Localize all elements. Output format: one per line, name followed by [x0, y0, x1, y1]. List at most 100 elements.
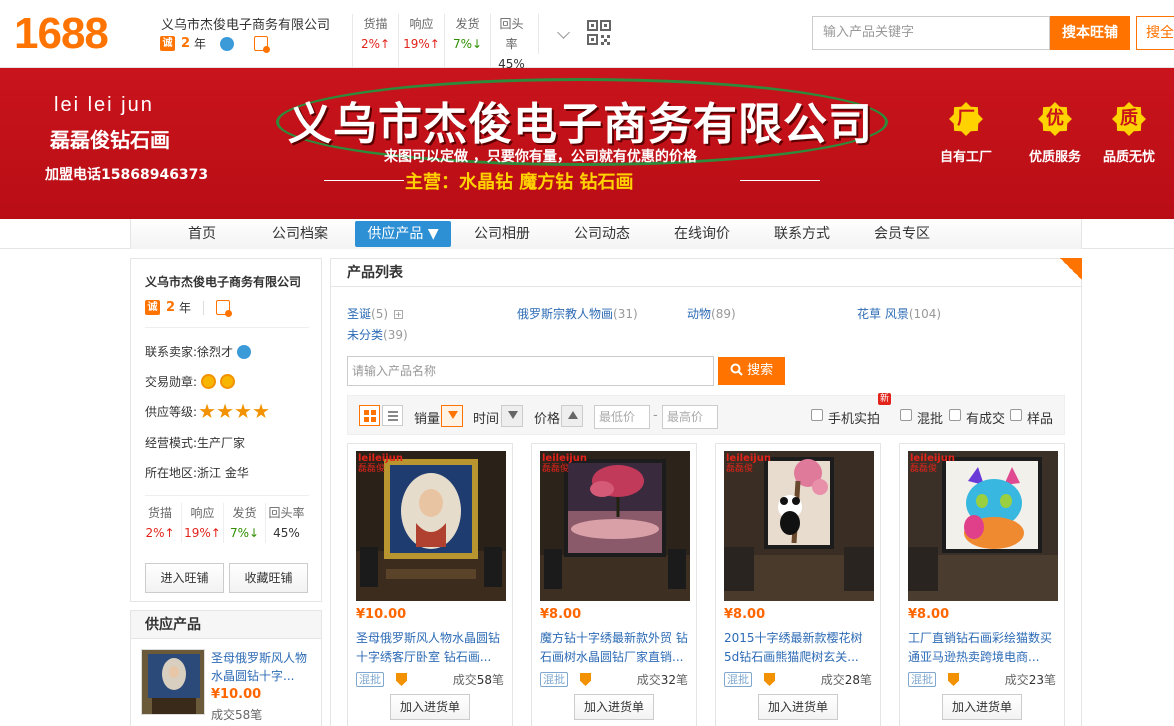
stat-label: 响应: [190, 506, 215, 520]
nav-online-inquiry[interactable]: 在线询价: [667, 221, 737, 247]
product-card[interactable]: leileijun 磊磊俊 ¥8.00 工厂直销钻石画彩绘猫数买通亚马逊热卖跨境…: [899, 443, 1065, 726]
stat-return-rate: 回头率 45%: [265, 503, 307, 543]
filter-mixed-batch-label[interactable]: 混批: [917, 408, 943, 427]
product-card[interactable]: leileijun 磊磊俊 ¥10.00 圣母俄罗斯风人物水晶圆钻十字绣客厅卧室…: [347, 443, 513, 726]
filter-sample-checkbox[interactable]: [1010, 409, 1022, 421]
search-shop-button[interactable]: 搜本旺铺: [1050, 16, 1130, 50]
filter-mixed-batch-checkbox[interactable]: [900, 409, 912, 421]
medal-icon[interactable]: [220, 374, 236, 389]
product-card[interactable]: leileijun 磊磊俊 ¥8.00 魔方钻十字绣最新款外贸 钻石画树水晶圆钻…: [531, 443, 697, 726]
star-icon: [199, 403, 215, 419]
add-to-cart-button[interactable]: 加入进货单: [758, 694, 838, 720]
category-animals[interactable]: 动物(89): [687, 305, 736, 322]
header-badges: 诚 2 年: [160, 35, 271, 53]
filter-mobile-photo-label[interactable]: 手机实拍: [828, 408, 880, 427]
certificate-icon[interactable]: [254, 36, 271, 53]
banner-brand-en: lei lei jun: [54, 94, 154, 116]
badge-separator: [203, 300, 205, 315]
stat-value: 45%: [273, 526, 300, 540]
nav-company-news[interactable]: 公司动态: [567, 221, 637, 247]
banner-divider-left: [324, 180, 404, 181]
grid-view-button[interactable]: [359, 405, 380, 426]
category-christmas[interactable]: 圣诞(5) +: [347, 305, 403, 322]
wangwang-chat-icon[interactable]: [220, 36, 235, 51]
member-years-unit: 年: [194, 37, 207, 51]
header-search-input[interactable]: 输入产品关键字: [812, 16, 1050, 50]
medal-icon[interactable]: [201, 374, 217, 389]
sort-price-button[interactable]: [561, 405, 583, 427]
list-view-icon: [388, 419, 398, 421]
search-all-button[interactable]: 搜全: [1136, 16, 1174, 50]
price-max-input[interactable]: 最高价: [662, 405, 718, 429]
nav-home[interactable]: 首页: [171, 221, 233, 247]
qr-code-icon[interactable]: [587, 20, 611, 46]
product-deals: 成交23笔: [1005, 671, 1056, 688]
sort-price-label[interactable]: 价格: [534, 408, 560, 427]
price-min-input[interactable]: 最低价: [594, 405, 650, 429]
category-name[interactable]: 俄罗斯宗教人物画: [517, 307, 613, 321]
category-name[interactable]: 动物: [687, 307, 711, 321]
certificate-icon[interactable]: [216, 300, 233, 317]
sort-time-label[interactable]: 时间: [473, 408, 499, 427]
sort-time-button[interactable]: [501, 405, 523, 427]
filter-sample-label[interactable]: 样品: [1027, 408, 1053, 427]
add-to-cart-button[interactable]: 加入进货单: [942, 694, 1022, 720]
filter-mobile-photo-checkbox[interactable]: [811, 409, 823, 421]
chengxintong-icon[interactable]: 诚: [145, 300, 160, 315]
product-image[interactable]: [540, 451, 690, 601]
add-to-cart-button[interactable]: 加入进货单: [390, 694, 470, 720]
product-title[interactable]: 2015十字绣最新款樱花树5d钻石画熊猫爬树玄关...: [724, 629, 876, 667]
nav-member-zone[interactable]: 会员专区: [867, 221, 937, 247]
site-logo[interactable]: 1688: [14, 10, 109, 58]
product-search-input[interactable]: 请输入产品名称: [347, 356, 714, 386]
product-card[interactable]: leileijun 磊磊俊 ¥8.00 2015十字绣最新款樱花树5d钻石画熊猫…: [715, 443, 881, 726]
category-flowers-landscape[interactable]: 花草 风景(104): [857, 305, 941, 322]
enter-shop-button[interactable]: 进入旺铺: [145, 563, 224, 593]
chengxintong-icon[interactable]: 诚: [160, 36, 175, 51]
nav-supply-products[interactable]: 供应产品 ▼: [355, 221, 451, 247]
filter-has-deals-checkbox[interactable]: [949, 409, 961, 421]
stat-return-rate: 回头率 45%: [490, 14, 532, 74]
supply-product-title[interactable]: 圣母俄罗斯风人物水晶圆钻十字...: [211, 649, 315, 685]
product-search-button[interactable]: 搜索: [718, 357, 785, 385]
chevron-down-icon[interactable]: [557, 26, 570, 39]
product-title[interactable]: 工厂直销钻石画彩绘猫数买通亚马逊热卖跨境电商...: [908, 629, 1060, 667]
header-company-name[interactable]: 义乌市杰俊电子商务有限公司: [161, 14, 330, 33]
product-image[interactable]: [908, 451, 1058, 601]
stat-shipping: 发货 7%↓: [444, 14, 490, 74]
category-uncategorized[interactable]: 未分类(39): [347, 326, 408, 343]
nav-contact[interactable]: 联系方式: [767, 221, 837, 247]
shield-icon: [396, 673, 407, 686]
more-dropdown[interactable]: [538, 14, 618, 54]
deal-suffix: 笔: [675, 673, 688, 687]
filter-has-deals-label[interactable]: 有成交: [966, 408, 1005, 427]
stat-response: 响应 19%↑: [181, 503, 223, 543]
nav-company-profile[interactable]: 公司档案: [265, 221, 335, 247]
product-title[interactable]: 圣母俄罗斯风人物水晶圆钻十字绣客厅卧室 钻石画...: [356, 629, 508, 667]
sidebar-company-name[interactable]: 义乌市杰俊电子商务有限公司: [145, 273, 301, 290]
price-range-dash: -: [653, 408, 658, 423]
nav-company-album[interactable]: 公司相册: [467, 221, 537, 247]
product-image[interactable]: [724, 451, 874, 601]
category-name[interactable]: 圣诞: [347, 307, 371, 321]
deal-count: 32: [660, 673, 676, 687]
category-name[interactable]: 花草 风景: [857, 307, 909, 321]
add-to-cart-button[interactable]: 加入进货单: [574, 694, 654, 720]
product-title[interactable]: 魔方钻十字绣最新款外贸 钻石画树水晶圆钻厂家直销...: [540, 629, 692, 667]
expand-plus-icon[interactable]: +: [393, 310, 403, 319]
arrow-up-icon: [568, 411, 578, 419]
supply-product-thumbnail[interactable]: [141, 649, 205, 715]
category-name[interactable]: 未分类: [347, 328, 383, 342]
favorite-shop-button[interactable]: 收藏旺铺: [229, 563, 308, 593]
category-russian-religious[interactable]: 俄罗斯宗教人物画(31): [517, 305, 638, 322]
wangwang-chat-icon[interactable]: [237, 344, 252, 359]
product-image[interactable]: [356, 451, 506, 601]
deal-suffix: 笔: [859, 673, 872, 687]
list-view-icon: [388, 415, 398, 417]
deal-count: 23: [1028, 673, 1044, 687]
sort-sales-button[interactable]: [441, 405, 463, 427]
sort-sales-label[interactable]: 销量: [414, 408, 440, 427]
deal-count: 58: [476, 673, 492, 687]
sidebar-stats: 货描 2%↑ 响应 19%↑ 发货 7%↓ 回头率 45%: [139, 503, 307, 543]
list-view-button[interactable]: [382, 405, 403, 426]
